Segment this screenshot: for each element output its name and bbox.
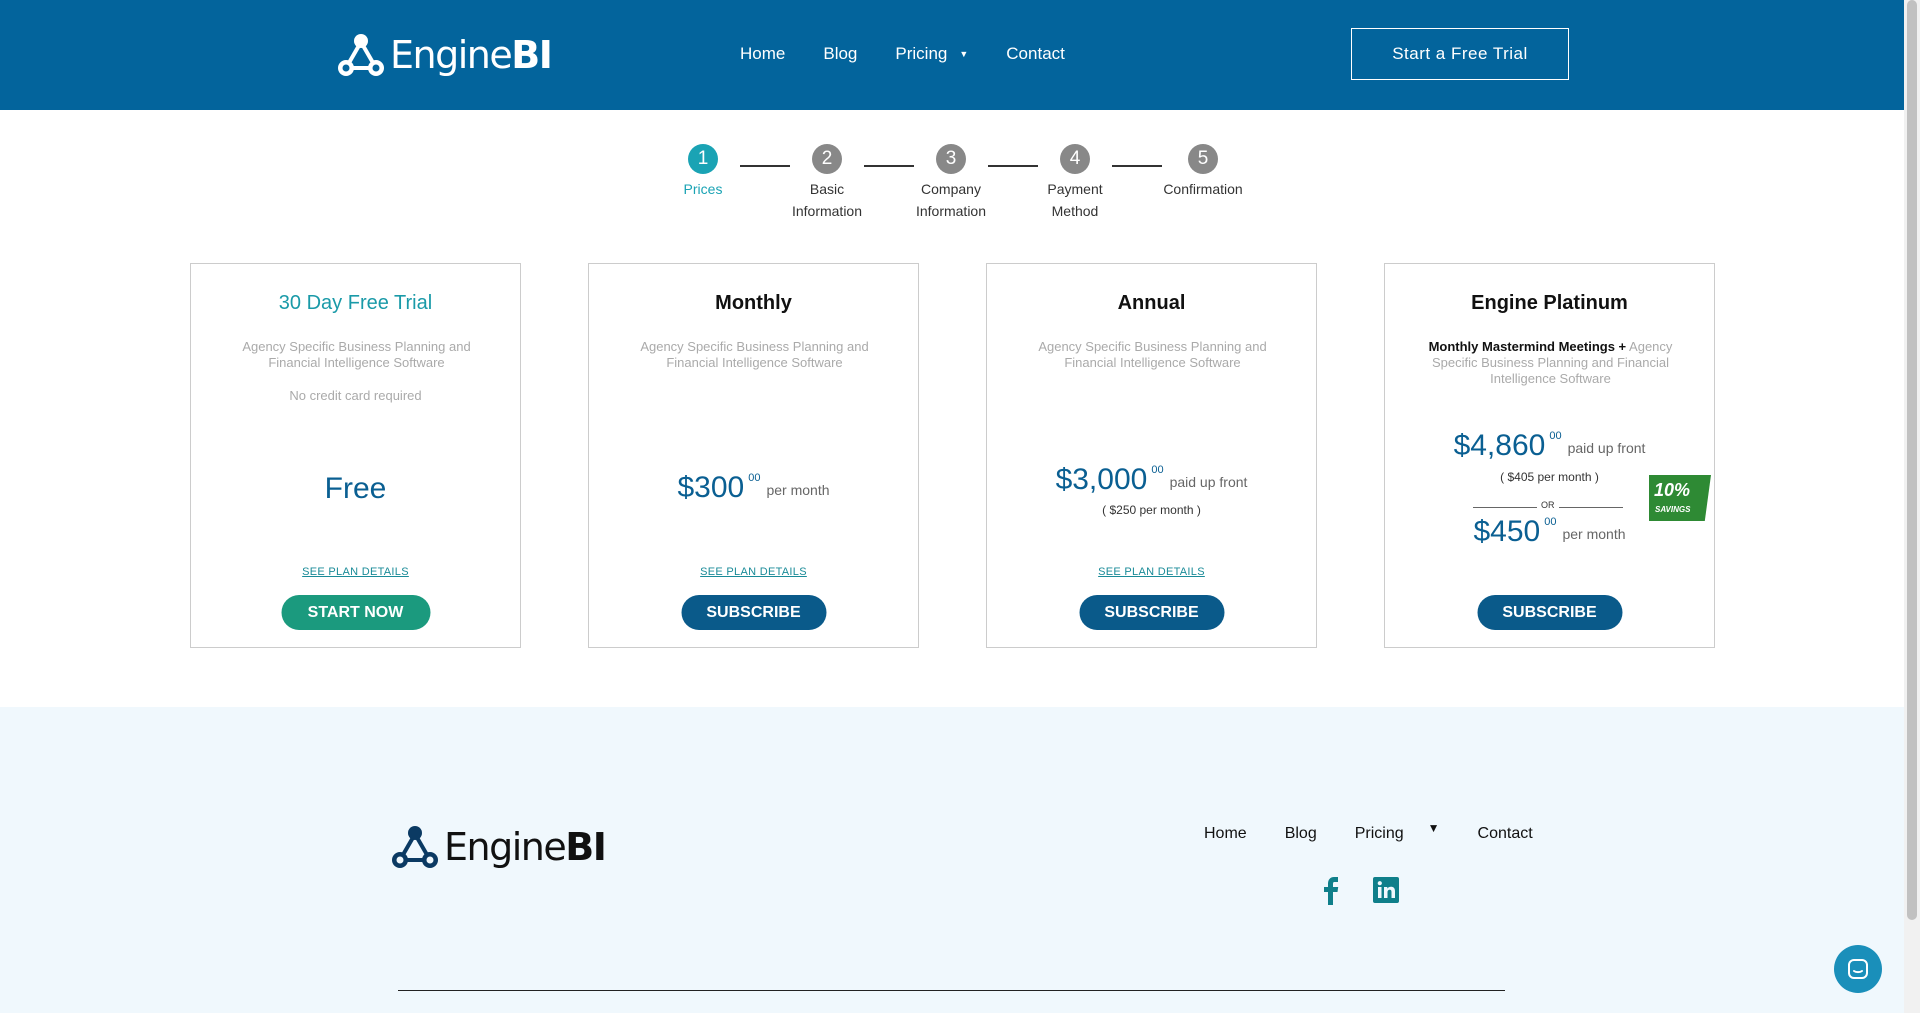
page-scrollbar[interactable] xyxy=(1904,0,1920,1013)
footer-nav-contact[interactable]: Contact xyxy=(1478,825,1533,843)
plan-price: Free xyxy=(324,472,387,505)
plan-price: $3,000 00 paid up front xyxy=(987,464,1316,496)
savings-badge: 10% SAVINGS xyxy=(1649,475,1711,521)
step-number: 4 xyxy=(1060,144,1090,174)
price-amount: $300 xyxy=(677,471,745,504)
plan-title: Engine Platinum xyxy=(1471,292,1628,314)
price-cents: 00 xyxy=(1151,464,1164,476)
plan-card-monthly: Monthly Agency Specific Business Plannin… xyxy=(588,263,919,648)
step-connector xyxy=(988,165,1038,167)
price-period: per month xyxy=(766,482,830,498)
divider-line xyxy=(1559,507,1623,508)
footer-nav: Home Blog Pricing ▼ Contact xyxy=(1204,821,1571,843)
divider-line xyxy=(1473,507,1537,508)
price-cents: 00 xyxy=(748,472,761,484)
plan-description-highlight: Monthly Mastermind Meetings + xyxy=(1428,339,1627,354)
step-label-line2: Method xyxy=(1051,203,1099,219)
step-label: Prices xyxy=(683,181,723,197)
step-number: 3 xyxy=(936,144,966,174)
linkedin-icon[interactable] xyxy=(1373,877,1399,903)
step-label-line2: Information xyxy=(915,203,987,219)
step-number: 5 xyxy=(1188,144,1218,174)
footer-nav-blog[interactable]: Blog xyxy=(1285,825,1317,843)
plan-description: Monthly Mastermind Meetings + Agency Spe… xyxy=(1419,339,1682,387)
step-label: Confirmation xyxy=(1163,181,1243,197)
plan-card-engine-platinum: Engine Platinum Monthly Mastermind Meeti… xyxy=(1384,263,1715,648)
scrollbar-thumb[interactable] xyxy=(1907,0,1917,920)
step-payment-method[interactable]: 4 Payment Method xyxy=(1015,144,1135,222)
start-now-button[interactable]: START NOW xyxy=(281,595,430,630)
plan-card-free-trial: 30 Day Free Trial Agency Specific Busine… xyxy=(190,263,521,648)
nav-home[interactable]: Home xyxy=(740,44,785,64)
plan-description: Agency Specific Business Planning and Fi… xyxy=(1038,339,1267,370)
footer-divider xyxy=(398,990,1505,991)
step-label: Basic xyxy=(809,181,845,197)
site-header: EngineBI Home Blog Pricing ▼ Contact Star… xyxy=(0,0,1904,110)
step-company-information[interactable]: 3 Company Information xyxy=(891,144,1011,222)
see-plan-details-link[interactable]: SEE PLAN DETAILS xyxy=(987,566,1316,578)
logo-mark-icon xyxy=(392,826,438,868)
caret-down-icon: ▼ xyxy=(959,49,969,59)
plan-description: Agency Specific Business Planning and Fi… xyxy=(640,339,869,370)
nav-contact[interactable]: Contact xyxy=(1006,44,1065,64)
price-period: per month xyxy=(1562,526,1626,542)
start-free-trial-button[interactable]: Start a Free Trial xyxy=(1351,28,1569,80)
step-connector xyxy=(1112,165,1162,167)
price-amount: $450 xyxy=(1473,515,1541,548)
footer-nav-pricing[interactable]: Pricing ▼ xyxy=(1354,821,1440,843)
chat-icon xyxy=(1848,959,1868,979)
subscribe-button[interactable]: SUBSCRIBE xyxy=(1477,595,1622,630)
nav-blog[interactable]: Blog xyxy=(823,44,857,64)
subscribe-button[interactable]: SUBSCRIBE xyxy=(1079,595,1224,630)
plan-note: No credit card required xyxy=(289,388,422,403)
step-label: Company xyxy=(921,181,981,197)
or-divider: OR xyxy=(1473,500,1623,514)
footer-nav-pricing-label: Pricing xyxy=(1354,825,1404,842)
step-basic-information[interactable]: 2 Basic Information xyxy=(767,144,887,222)
subscribe-button[interactable]: SUBSCRIBE xyxy=(681,595,826,630)
savings-percent: 10% xyxy=(1654,480,1691,500)
nav-pricing[interactable]: Pricing ▼ xyxy=(895,44,968,64)
price-period: paid up front xyxy=(1567,440,1646,456)
step-connector xyxy=(864,165,914,167)
see-plan-details-link[interactable]: SEE PLAN DETAILS xyxy=(191,566,520,578)
plan-title: Annual xyxy=(1117,292,1186,314)
price-period: paid up front xyxy=(1169,474,1248,490)
step-confirmation[interactable]: 5 Confirmation xyxy=(1143,144,1263,200)
price-amount: $3,000 xyxy=(1055,463,1148,496)
plan-description: Agency Specific Business Planning and Fi… xyxy=(242,339,471,370)
plan-card-annual: Annual Agency Specific Business Planning… xyxy=(986,263,1317,648)
chat-launcher-button[interactable] xyxy=(1834,945,1882,993)
checkout-stepper: 1 Prices 2 Basic Information 3 Company I… xyxy=(0,144,1904,224)
price-cents: 00 xyxy=(1544,516,1557,528)
step-number: 2 xyxy=(812,144,842,174)
step-label: Payment xyxy=(1047,181,1103,197)
main-nav: Home Blog Pricing ▼ Contact xyxy=(740,44,1103,64)
nav-pricing-label: Pricing xyxy=(895,44,948,63)
logo-text: EngineBI xyxy=(444,825,607,869)
plan-title: 30 Day Free Trial xyxy=(278,292,433,314)
step-number: 1 xyxy=(688,144,718,174)
price-cents: 00 xyxy=(1549,430,1562,442)
plan-title: Monthly xyxy=(715,292,792,314)
footer-nav-home[interactable]: Home xyxy=(1204,825,1247,843)
price-monthly-equivalent: ( $250 per month ) xyxy=(1102,503,1201,517)
header-logo[interactable]: EngineBI xyxy=(336,32,553,78)
logo-text: EngineBI xyxy=(390,33,553,77)
facebook-icon[interactable] xyxy=(1320,877,1342,905)
footer-logo[interactable]: EngineBI xyxy=(390,824,607,870)
see-plan-details-link[interactable]: SEE PLAN DETAILS xyxy=(589,566,918,578)
price-amount: $4,860 xyxy=(1453,429,1546,462)
caret-down-icon: ▼ xyxy=(1427,821,1440,835)
or-label: OR xyxy=(1541,500,1555,510)
savings-label: SAVINGS xyxy=(1655,505,1691,514)
logo-mark-icon xyxy=(338,34,384,76)
step-connector xyxy=(740,165,790,167)
plan-price: $300 00 per month xyxy=(589,472,918,504)
plan-price: $4,860 00 paid up front xyxy=(1385,430,1714,462)
step-prices[interactable]: 1 Prices xyxy=(643,144,763,200)
step-label-line2: Information xyxy=(791,203,863,219)
site-footer: EngineBI Home Blog Pricing ▼ Contact xyxy=(0,707,1904,1013)
